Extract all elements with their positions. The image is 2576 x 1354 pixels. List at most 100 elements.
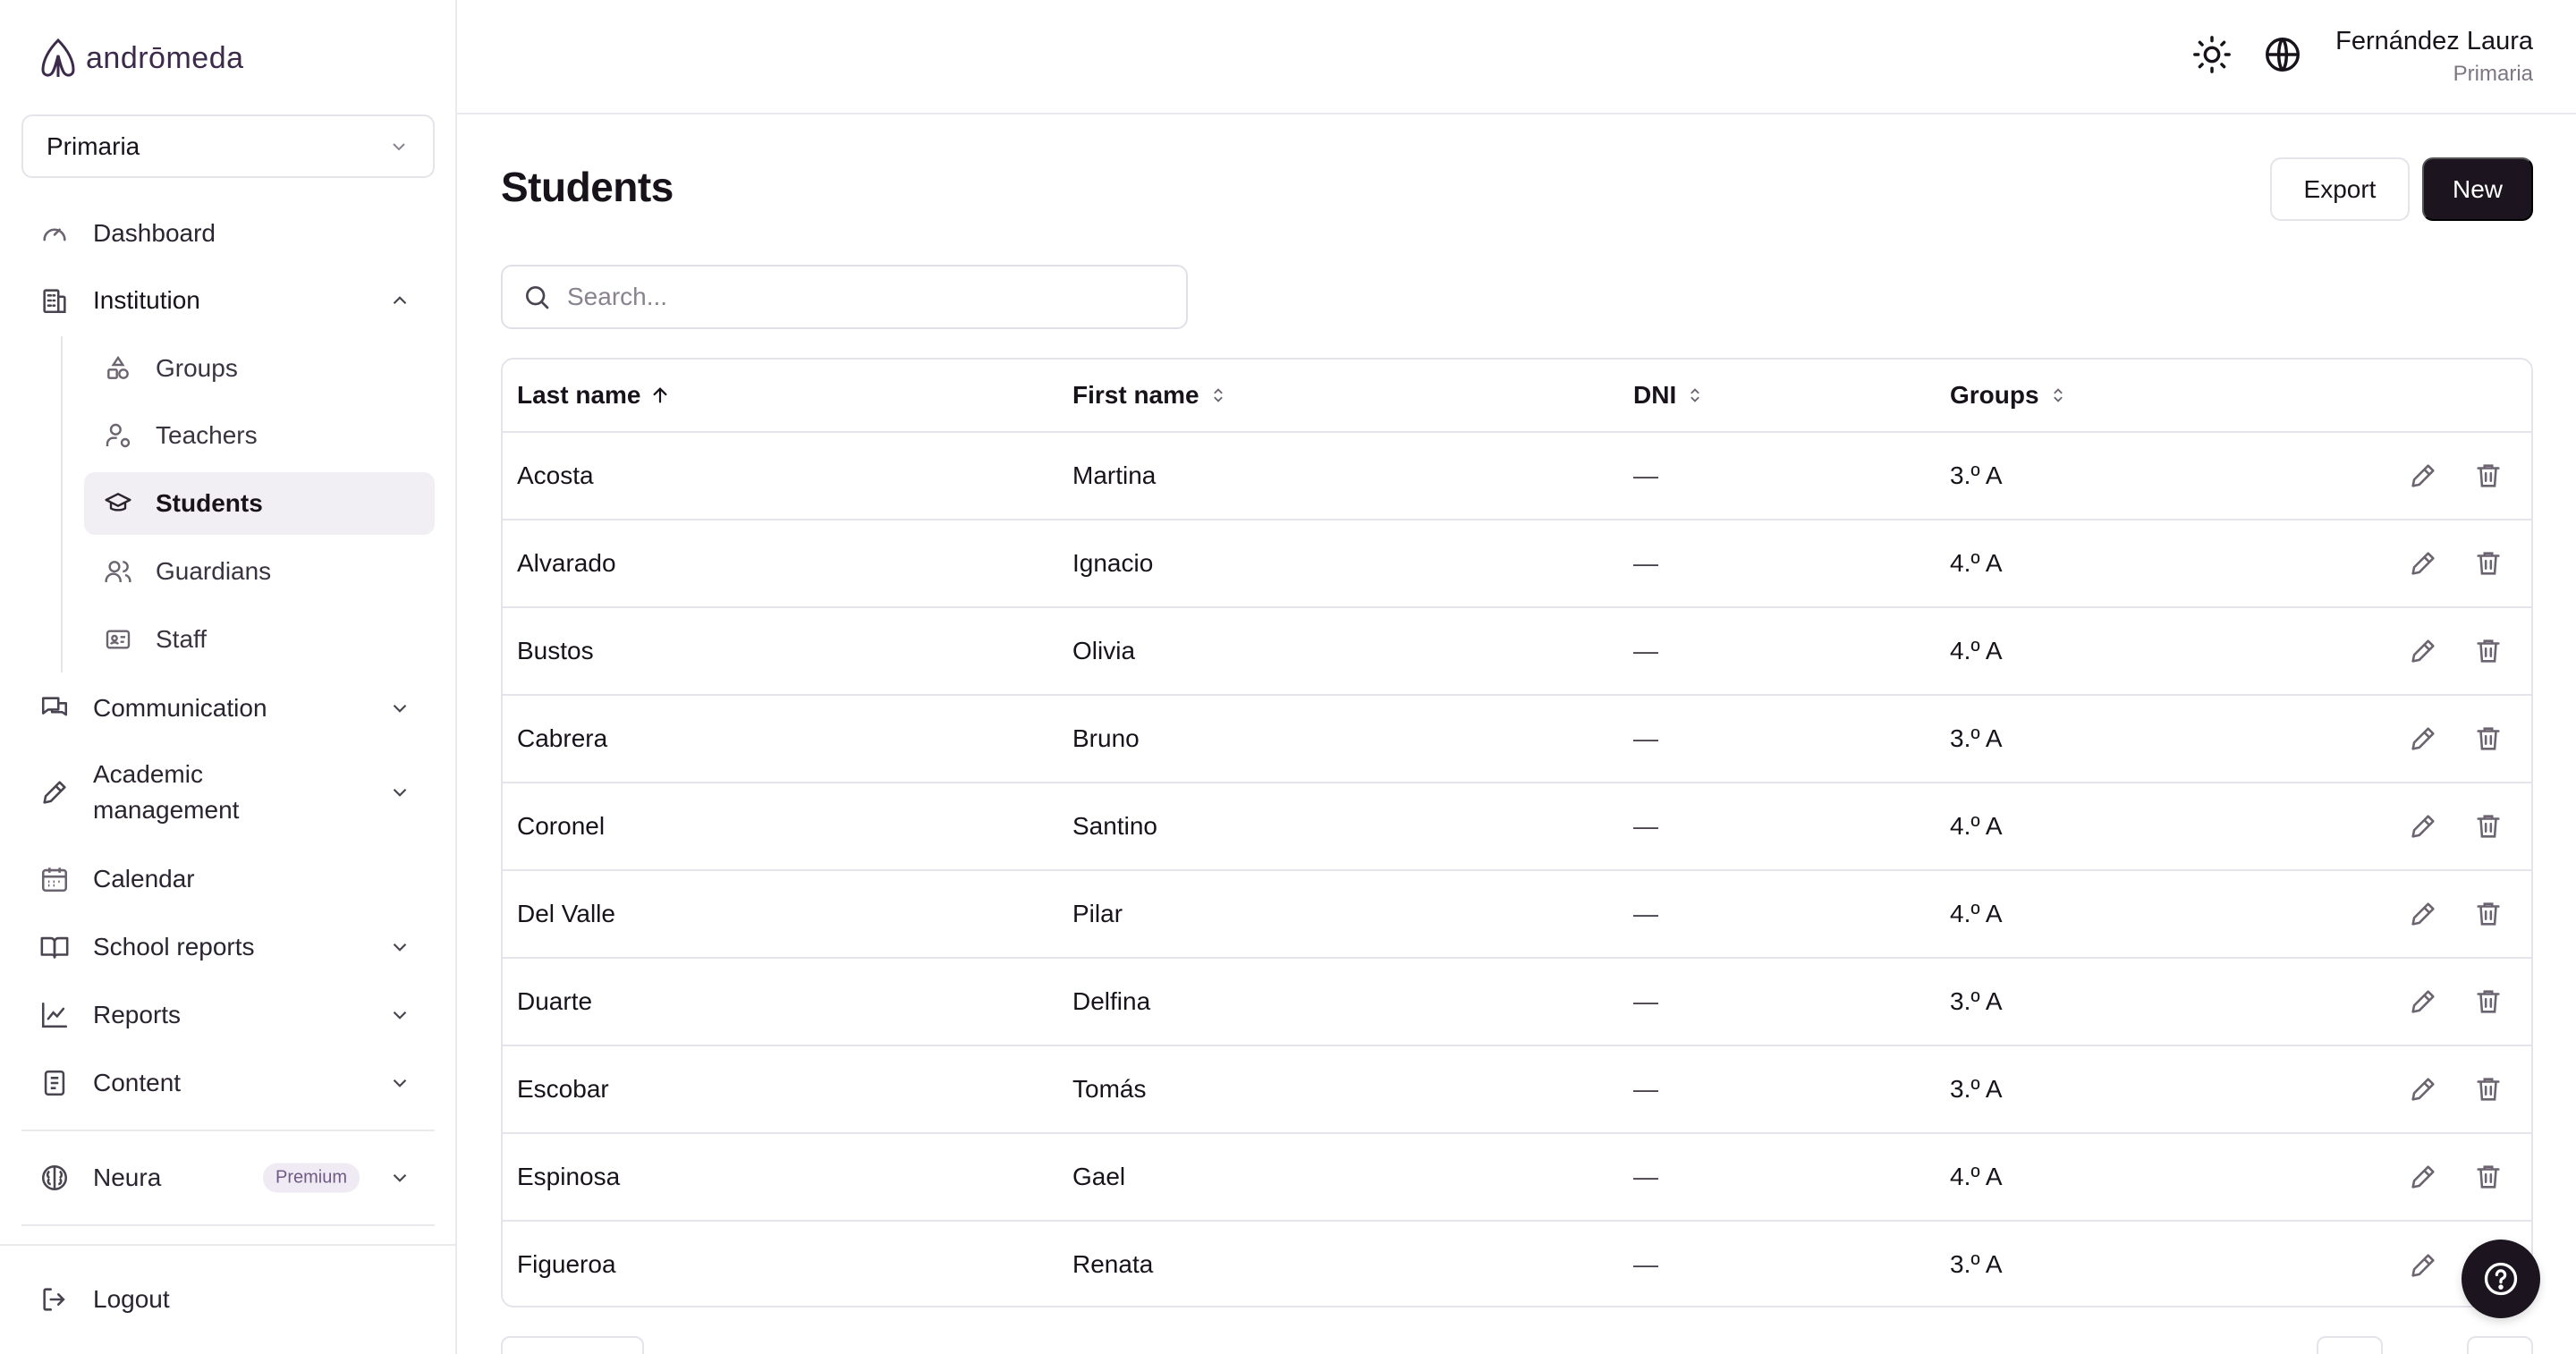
chevron-down-icon (393, 788, 407, 797)
column-header-first-name[interactable]: First name (1072, 360, 1228, 431)
nav-logout[interactable]: Logout (21, 1268, 435, 1331)
cell-dni: — (1633, 987, 1658, 1015)
nav-academic-label: Academic management (93, 757, 239, 828)
pencil-icon[interactable] (2408, 899, 2438, 929)
trash-icon[interactable] (2473, 724, 2504, 754)
cell-group: 4.º A (1950, 637, 2003, 664)
table-row[interactable]: Figueroa Renata — 3.º A (503, 1222, 2531, 1306)
cell-last-name: Figueroa (517, 1250, 616, 1278)
help-circle-icon (2484, 1262, 2518, 1296)
cell-dni: — (1633, 1163, 1658, 1190)
line-chart-icon (41, 1002, 68, 1028)
column-first-name-label: First name (1072, 381, 1199, 409)
table-row[interactable]: Duarte Delfina — 3.º A (503, 959, 2531, 1046)
level-selector-value: Primaria (47, 131, 140, 160)
table-row[interactable]: Espinosa Gael — 4.º A (503, 1134, 2531, 1222)
nav-reports-label: Reports (93, 1001, 182, 1028)
user-role: Primaria (2453, 62, 2533, 86)
nav-students[interactable]: Students (84, 472, 435, 535)
nav-dashboard[interactable]: Dashboard (21, 202, 435, 265)
page-size-selector[interactable] (501, 1336, 644, 1354)
column-last-name-label: Last name (517, 381, 641, 409)
pencil-icon[interactable] (2408, 548, 2438, 579)
table-row[interactable]: Escobar Tomás — 3.º A (503, 1046, 2531, 1134)
nav-groups[interactable]: Groups (84, 337, 435, 400)
column-header-last-name[interactable]: Last name (517, 360, 670, 431)
nav-school-reports[interactable]: School reports (21, 916, 435, 978)
pencil-icon[interactable] (2408, 1162, 2438, 1192)
trash-icon[interactable] (2473, 1162, 2504, 1192)
nav-institution[interactable]: Institution (21, 269, 435, 332)
trash-icon[interactable] (2473, 1074, 2504, 1104)
pencil-icon[interactable] (2408, 461, 2438, 491)
cell-first-name: Martina (1072, 461, 1157, 489)
user-menu[interactable]: Fernández Laura Primaria (2335, 27, 2533, 87)
nav-reports[interactable]: Reports (21, 984, 435, 1046)
globe-icon[interactable] (2262, 34, 2303, 75)
arrow-up-icon (652, 387, 667, 403)
pencil-icon[interactable] (2408, 1250, 2438, 1281)
table-row[interactable]: Coronel Santino — 4.º A (503, 783, 2531, 871)
cell-first-name: Santino (1072, 812, 1157, 840)
cell-dni: — (1633, 1250, 1658, 1278)
table-row[interactable]: Del Valle Pilar — 4.º A (503, 871, 2531, 959)
sidebar: andrōmeda Primaria Dashboard Institution… (0, 0, 457, 1354)
trash-icon[interactable] (2473, 899, 2504, 929)
trash-icon[interactable] (2473, 986, 2504, 1017)
cell-first-name: Gael (1072, 1163, 1126, 1190)
column-header-groups[interactable]: Groups (1950, 360, 2068, 431)
trash-icon[interactable] (2473, 461, 2504, 491)
cell-dni: — (1633, 812, 1658, 840)
nav-dashboard-label: Dashboard (93, 219, 216, 247)
nav-content[interactable]: Content (21, 1052, 435, 1114)
cell-last-name: Alvarado (517, 549, 616, 577)
table-header: Last name First name DNI Groups (503, 360, 2531, 433)
help-button[interactable] (2462, 1240, 2540, 1318)
level-selector[interactable]: Primaria (21, 114, 435, 178)
chat-icon (41, 697, 68, 716)
cell-group: 4.º A (1950, 812, 2003, 840)
export-button[interactable]: Export (2270, 157, 2410, 221)
pencil-icon[interactable] (2408, 811, 2438, 842)
pencil-icon[interactable] (2408, 724, 2438, 754)
nav-communication[interactable]: Communication (21, 677, 435, 740)
nav-neura[interactable]: Neura Premium (21, 1147, 435, 1209)
cell-group: 3.º A (1950, 987, 2003, 1015)
nav-calendar[interactable]: Calendar (21, 848, 435, 910)
new-button[interactable]: New (2422, 157, 2533, 221)
chevron-down-icon (393, 142, 405, 150)
nav-teachers[interactable]: Teachers (84, 404, 435, 467)
pencil-icon[interactable] (2408, 986, 2438, 1017)
calendar-icon (41, 867, 68, 893)
nav-guardians[interactable]: Guardians (84, 540, 435, 603)
nav-academic-management[interactable]: Academic management (21, 757, 435, 828)
search-input[interactable] (567, 267, 1175, 327)
next-page-button[interactable] (2467, 1336, 2533, 1354)
page-title: Students (501, 164, 674, 210)
brand-logo[interactable]: andrōmeda (39, 38, 244, 79)
column-header-dni[interactable]: DNI (1633, 360, 1705, 431)
previous-page-button[interactable] (2317, 1336, 2383, 1354)
column-groups-label: Groups (1950, 381, 2039, 409)
table-row[interactable]: Bustos Olivia — 4.º A (503, 608, 2531, 696)
search-box[interactable] (501, 265, 1188, 329)
trash-icon[interactable] (2473, 636, 2504, 666)
brand-name: andrōmeda (86, 40, 244, 75)
pencil-icon[interactable] (2408, 636, 2438, 666)
chevron-up-icon (393, 296, 407, 305)
table-row[interactable]: Acosta Martina — 3.º A (503, 433, 2531, 520)
cell-last-name: Espinosa (517, 1163, 621, 1190)
cell-dni: — (1633, 724, 1658, 752)
pencil-icon[interactable] (2408, 1074, 2438, 1104)
cell-group: 4.º A (1950, 1163, 2003, 1190)
cell-group: 4.º A (1950, 900, 2003, 927)
table-row[interactable]: Cabrera Bruno — 3.º A (503, 696, 2531, 783)
trash-icon[interactable] (2473, 811, 2504, 842)
sort-icon (1214, 388, 1223, 402)
nav-staff[interactable]: Staff (84, 608, 435, 671)
table-row[interactable]: Alvarado Ignacio — 4.º A (503, 520, 2531, 608)
trash-icon[interactable] (2473, 548, 2504, 579)
nav-academic-label-line2: management (93, 796, 240, 824)
cell-last-name: Del Valle (517, 900, 615, 927)
sun-icon[interactable] (2191, 34, 2233, 75)
